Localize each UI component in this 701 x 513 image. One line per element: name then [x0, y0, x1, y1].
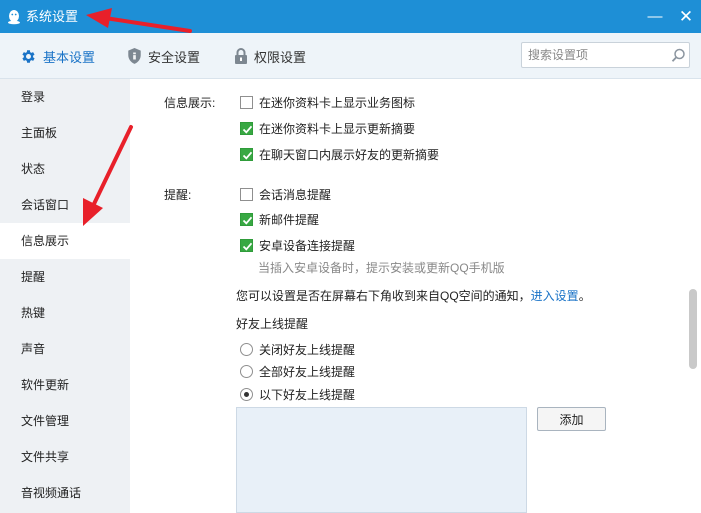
sidebar-item-main-panel[interactable]: 主面板	[0, 115, 130, 151]
checkbox-android-connection-reminder[interactable]: 安卓设备连接提醒	[240, 237, 355, 253]
sidebar-item-file-sharing[interactable]: 文件共享	[0, 439, 130, 475]
checkbox-box-checked[interactable]	[240, 147, 253, 161]
tab-basic-settings[interactable]: 基本设置	[20, 46, 95, 66]
radio-disable-friend-online[interactable]: 关闭好友上线提醒	[240, 341, 355, 357]
close-button[interactable]: ✕	[676, 7, 696, 27]
qzone-notification-note: 您可以设置是否在屏幕右下角收到来自QQ空间的通知，进入设置。	[236, 287, 591, 304]
sidebar-item-reminder[interactable]: 提醒	[0, 259, 130, 295]
add-friend-button[interactable]: 添加	[537, 407, 606, 431]
android-hint-text: 当插入安卓设备时，提示安装或更新QQ手机版	[258, 261, 505, 275]
title-bar: 系统设置 — ✕	[0, 0, 701, 33]
radio-label: 以下好友上线提醒	[259, 387, 356, 402]
qq-penguin-icon	[8, 10, 20, 25]
radio-button[interactable]	[240, 364, 253, 378]
content-scrollbar[interactable]	[688, 79, 701, 513]
lock-icon	[235, 48, 247, 64]
checkbox-box-checked[interactable]	[240, 121, 253, 135]
sidebar-item-sound[interactable]: 声音	[0, 331, 130, 367]
checkbox-label: 新邮件提醒	[259, 212, 320, 227]
checkbox-chat-window-friend-updates[interactable]: 在聊天窗口内展示好友的更新摘要	[240, 146, 439, 162]
search-icon[interactable]	[671, 48, 686, 63]
check-icon	[242, 242, 253, 251]
info-display-label: 信息展示:	[164, 96, 216, 110]
qzone-note-suffix: 。	[578, 289, 591, 303]
radio-label: 全部好友上线提醒	[259, 364, 356, 379]
tab-security-settings-label: 安全设置	[148, 49, 201, 65]
reminder-label: 提醒:	[164, 188, 192, 202]
radio-button-selected[interactable]	[240, 387, 253, 401]
sidebar-item-login[interactable]: 登录	[0, 79, 130, 115]
qzone-note-text: 您可以设置是否在屏幕右下角收到来自QQ空间的通知，	[236, 289, 531, 303]
tab-permission-settings-label: 权限设置	[254, 49, 307, 65]
sidebar-item-status[interactable]: 状态	[0, 151, 130, 187]
checkbox-new-mail-reminder[interactable]: 新邮件提醒	[240, 211, 319, 227]
tab-permission-settings[interactable]: 权限设置	[234, 46, 306, 66]
scrollbar-thumb[interactable]	[689, 289, 697, 369]
checkbox-label: 在迷你资料卡上显示业务图标	[259, 95, 416, 110]
checkbox-box-checked[interactable]	[240, 212, 253, 226]
radio-all-friends-online[interactable]: 全部好友上线提醒	[240, 363, 355, 379]
settings-sidebar: 登录 主面板 状态 会话窗口 信息展示 提醒 热键 声音 软件更新 文件管理 文…	[0, 79, 130, 513]
minimize-button[interactable]: —	[645, 7, 665, 27]
checkbox-box-checked[interactable]	[240, 238, 253, 252]
checkbox-label: 在迷你资料卡上显示更新摘要	[259, 121, 416, 136]
friend-online-title: 好友上线提醒	[236, 317, 309, 331]
radio-label: 关闭好友上线提醒	[259, 342, 356, 357]
qzone-settings-link[interactable]: 进入设置	[531, 289, 579, 303]
sidebar-item-chat-window[interactable]: 会话窗口	[0, 187, 130, 223]
check-icon	[242, 125, 253, 134]
friend-list-box[interactable]	[236, 407, 527, 513]
radio-selected-friends-online[interactable]: 以下好友上线提醒	[240, 386, 355, 402]
window-title: 系统设置	[26, 9, 79, 24]
checkbox-session-message-reminder[interactable]: 会话消息提醒	[240, 186, 331, 202]
checkbox-label: 会话消息提醒	[259, 187, 332, 202]
sidebar-item-hotkeys[interactable]: 热键	[0, 295, 130, 331]
checkbox-show-business-icons[interactable]: 在迷你资料卡上显示业务图标	[240, 94, 415, 110]
shield-icon	[128, 48, 141, 64]
radio-button[interactable]	[240, 342, 253, 356]
checkbox-box[interactable]	[240, 187, 253, 201]
search-input[interactable]	[528, 46, 668, 64]
sidebar-item-info-display[interactable]: 信息展示	[0, 223, 130, 259]
tab-security-settings[interactable]: 安全设置	[127, 46, 200, 66]
sidebar-item-software-update[interactable]: 软件更新	[0, 367, 130, 403]
tab-basic-settings-label: 基本设置	[43, 49, 96, 65]
check-icon	[242, 151, 253, 160]
checkbox-box[interactable]	[240, 95, 253, 109]
checkbox-label: 在聊天窗口内展示好友的更新摘要	[259, 147, 440, 162]
checkbox-label: 安卓设备连接提醒	[259, 238, 356, 253]
checkbox-show-update-summary[interactable]: 在迷你资料卡上显示更新摘要	[240, 120, 415, 136]
sidebar-item-file-management[interactable]: 文件管理	[0, 403, 130, 439]
gear-icon	[22, 49, 35, 63]
settings-search-box	[521, 42, 690, 68]
check-icon	[242, 216, 253, 225]
sidebar-item-av-call[interactable]: 音视频通话	[0, 475, 130, 511]
